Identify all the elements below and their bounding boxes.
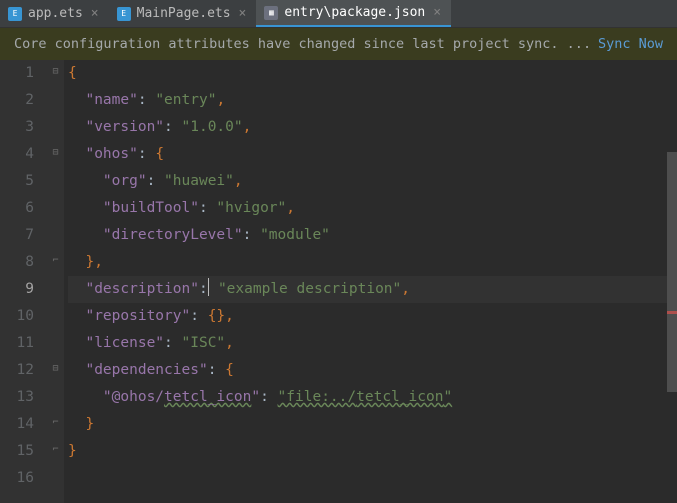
sync-notice-bar: Core configuration attributes have chang… xyxy=(0,28,677,60)
line-number: 10 xyxy=(0,303,34,330)
fold-end-icon: ⌐ xyxy=(50,445,61,456)
line-number: 4 xyxy=(0,141,34,168)
line-number: 1 xyxy=(0,60,34,87)
fold-end-icon: ⌐ xyxy=(50,256,61,267)
tab-package-json[interactable]: ▦ entry\package.json × xyxy=(256,0,451,27)
fold-toggle-icon[interactable]: ⊟ xyxy=(50,364,61,375)
tab-label: app.ets xyxy=(28,6,83,21)
tab-label: entry\package.json xyxy=(284,5,425,20)
ets-file-icon: E xyxy=(117,7,131,21)
line-number: 16 xyxy=(0,465,34,492)
tab-label: MainPage.ets xyxy=(137,6,231,21)
sync-now-link[interactable]: Sync Now xyxy=(598,36,663,52)
line-number: 9 xyxy=(0,276,34,303)
tab-app-ets[interactable]: E app.ets × xyxy=(0,0,109,27)
close-icon[interactable]: × xyxy=(237,6,249,21)
fold-end-icon: ⌐ xyxy=(50,418,61,429)
code-editor[interactable]: 12345678910111213141516 ⊟ ⊟ ⌐ ⊟ ⌐ ⌐ { "n… xyxy=(0,60,677,503)
line-number: 6 xyxy=(0,195,34,222)
error-stripe-mark[interactable] xyxy=(667,311,677,314)
line-number: 7 xyxy=(0,222,34,249)
tab-mainpage-ets[interactable]: E MainPage.ets × xyxy=(109,0,257,27)
close-icon[interactable]: × xyxy=(89,6,101,21)
line-number: 3 xyxy=(0,114,34,141)
line-number: 5 xyxy=(0,168,34,195)
line-number: 2 xyxy=(0,87,34,114)
close-icon[interactable]: × xyxy=(431,5,443,20)
line-number: 14 xyxy=(0,411,34,438)
fold-toggle-icon[interactable]: ⊟ xyxy=(50,67,61,78)
fold-toggle-icon[interactable]: ⊟ xyxy=(50,148,61,159)
code-area[interactable]: { "name": "entry", "version": "1.0.0", "… xyxy=(64,60,677,503)
line-number-gutter: 12345678910111213141516 xyxy=(0,60,48,503)
ets-file-icon: E xyxy=(8,7,22,21)
line-number: 8 xyxy=(0,249,34,276)
fold-column: ⊟ ⊟ ⌐ ⊟ ⌐ ⌐ xyxy=(48,60,64,503)
vertical-scrollbar[interactable] xyxy=(667,152,677,392)
line-number: 13 xyxy=(0,384,34,411)
json-file-icon: ▦ xyxy=(264,6,278,20)
line-number: 12 xyxy=(0,357,34,384)
line-number: 11 xyxy=(0,330,34,357)
notice-message: Core configuration attributes have chang… xyxy=(14,36,591,52)
line-number: 15 xyxy=(0,438,34,465)
text-caret xyxy=(208,278,210,296)
editor-tabs: E app.ets × E MainPage.ets × ▦ entry\pac… xyxy=(0,0,677,28)
